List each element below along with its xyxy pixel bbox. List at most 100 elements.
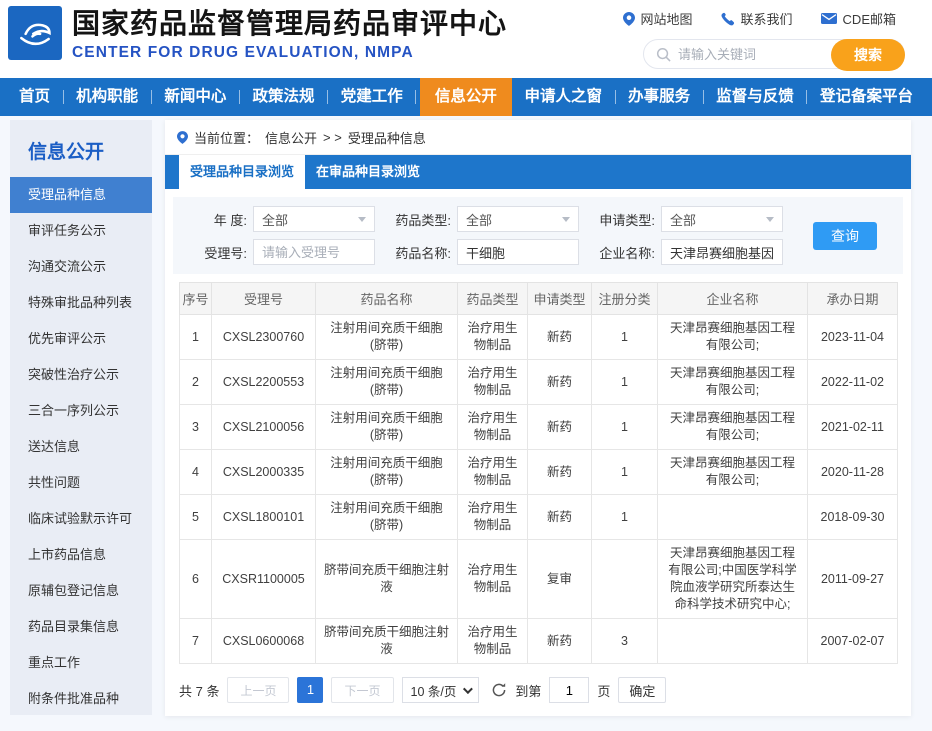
- mail-icon: [821, 12, 837, 25]
- sidebar-item-common-issues[interactable]: 共性问题: [10, 465, 152, 501]
- table-row: 7 CXSL0600068 脐带间充质干细胞注射液 治疗用生物制品 新药 3 2…: [180, 619, 898, 664]
- refresh-button[interactable]: [491, 682, 507, 698]
- contact-link[interactable]: 联系我们: [721, 9, 793, 28]
- sidebar-item-drug-catalog[interactable]: 药品目录集信息: [10, 609, 152, 645]
- col-header-company: 企业名称: [658, 283, 808, 315]
- sidebar-item-clinical-trial-approval[interactable]: 临床试验默示许可: [10, 501, 152, 537]
- breadcrumb-section[interactable]: 信息公开: [265, 128, 317, 147]
- tab-under-review-catalog[interactable]: 在审品种目录浏览: [305, 155, 431, 189]
- drug-name-input[interactable]: [457, 239, 579, 265]
- map-pin-icon: [623, 12, 635, 26]
- col-header-reg-class: 注册分类: [592, 283, 658, 315]
- cell-index: 7: [180, 619, 212, 664]
- tab-accepted-catalog[interactable]: 受理品种目录浏览: [179, 155, 305, 189]
- sidebar-item-communication[interactable]: 沟通交流公示: [10, 249, 152, 285]
- cell-reg-class: [592, 540, 658, 619]
- cde-logo[interactable]: [8, 6, 62, 60]
- cell-date: 2007-02-07: [808, 619, 898, 664]
- content-area: 信息公开 受理品种信息 审评任务公示 沟通交流公示 特殊审批品种列表 优先审评公…: [0, 116, 932, 731]
- drug-type-select[interactable]: 全部: [457, 206, 579, 232]
- apply-type-select[interactable]: 全部: [661, 206, 783, 232]
- search-button[interactable]: 搜索: [831, 39, 905, 71]
- main-card: 当前位置： 信息公开 > > 受理品种信息 受理品种目录浏览 在审品种目录浏览 …: [165, 120, 911, 716]
- cell-company: 天津昂赛细胞基因工程有限公司;中国医学科学院血液学研究所泰达生命科学技术研究中心…: [658, 540, 808, 619]
- nav-home[interactable]: 首页: [10, 78, 59, 116]
- nav-news[interactable]: 新闻中心: [155, 78, 235, 116]
- nav-applicant-window[interactable]: 申请人之窗: [515, 78, 611, 116]
- nav-divider: [151, 90, 152, 104]
- pagination: 共 7 条 上一页 1 下一页 10 条/页 到第 页 确定: [179, 677, 897, 703]
- cell-date: 2011-09-27: [808, 540, 898, 619]
- sitemap-label: 网站地图: [641, 9, 693, 28]
- nav-policies[interactable]: 政策法规: [244, 78, 324, 116]
- year-select[interactable]: 全部: [253, 206, 375, 232]
- filter-company: 企业名称:: [593, 239, 783, 265]
- cell-drug-type: 治疗用生物制品: [458, 619, 528, 664]
- cell-date: 2022-11-02: [808, 360, 898, 405]
- query-button[interactable]: 查询: [813, 222, 877, 250]
- filter-apply-type: 申请类型: 全部: [593, 206, 783, 232]
- sidebar-item-marketed-drugs[interactable]: 上市药品信息: [10, 537, 152, 573]
- sidebar-item-breakthrough-therapy[interactable]: 突破性治疗公示: [10, 357, 152, 393]
- col-header-apply-type: 申请类型: [528, 283, 592, 315]
- filter-row-2: 受理号: 药品名称: 企业名称:: [185, 239, 799, 265]
- cell-drug-type: 治疗用生物制品: [458, 495, 528, 540]
- table-header-row: 序号 受理号 药品名称 药品类型 申请类型 注册分类 企业名称 承办日期: [180, 283, 898, 315]
- company-label: 企业名称:: [593, 243, 655, 262]
- sidebar-item-special-approval[interactable]: 特殊审批品种列表: [10, 285, 152, 321]
- next-page-button[interactable]: 下一页: [331, 677, 393, 703]
- sidebar-item-conditional-approval[interactable]: 附条件批准品种: [10, 681, 152, 717]
- goto-page-input[interactable]: [549, 677, 589, 703]
- sidebar-title: 信息公开: [10, 120, 152, 177]
- sidebar-item-three-in-one[interactable]: 三合一序列公示: [10, 393, 152, 429]
- goto-label: 到第: [515, 681, 541, 700]
- cell-index: 4: [180, 450, 212, 495]
- nav-divider: [239, 90, 240, 104]
- filter-year: 年 度: 全部: [185, 206, 375, 232]
- cell-drug-name: 脐带间充质干细胞注射液: [316, 619, 458, 664]
- sidebar-item-accepted-varieties[interactable]: 受理品种信息: [10, 177, 152, 213]
- confirm-button[interactable]: 确定: [618, 677, 666, 703]
- cell-drug-name: 注射用间充质干细胞(脐带): [316, 405, 458, 450]
- mailbox-link[interactable]: CDE邮箱: [821, 9, 896, 28]
- nav-party[interactable]: 党建工作: [332, 78, 412, 116]
- cell-accept-no: CXSL2100056: [212, 405, 316, 450]
- page-number-1[interactable]: 1: [297, 677, 323, 703]
- main-nav: 首页 机构职能 新闻中心 政策法规 党建工作 信息公开 申请人之窗 办事服务 监…: [0, 78, 932, 116]
- breadcrumb-current[interactable]: 受理品种信息: [348, 128, 426, 147]
- cell-company: 天津昂赛细胞基因工程有限公司;: [658, 450, 808, 495]
- nav-divider: [615, 90, 616, 104]
- sidebar-item-review-tasks[interactable]: 审评任务公示: [10, 213, 152, 249]
- cell-reg-class: 1: [592, 450, 658, 495]
- nav-info-disclosure[interactable]: 信息公开: [420, 78, 512, 116]
- sidebar-item-delivery-info[interactable]: 送达信息: [10, 429, 152, 465]
- nav-registration-platform[interactable]: 登记备案平台: [811, 78, 922, 116]
- cell-index: 2: [180, 360, 212, 405]
- prev-page-button[interactable]: 上一页: [227, 677, 289, 703]
- page-unit-label: 页: [597, 681, 610, 700]
- cell-reg-class: 1: [592, 360, 658, 405]
- cell-drug-name: 脐带间充质干细胞注射液: [316, 540, 458, 619]
- phone-icon: [721, 12, 735, 26]
- filter-drug-type: 药品类型: 全部: [389, 206, 579, 232]
- drug-type-label: 药品类型:: [389, 210, 451, 229]
- breadcrumb: 当前位置： 信息公开 > > 受理品种信息: [165, 120, 911, 155]
- tab-bar: 受理品种目录浏览 在审品种目录浏览: [165, 155, 911, 189]
- page-size-select[interactable]: 10 条/页: [402, 677, 480, 703]
- nav-functions[interactable]: 机构职能: [67, 78, 147, 116]
- sidebar-item-priority-review[interactable]: 优先审评公示: [10, 321, 152, 357]
- nav-supervision[interactable]: 监督与反馈: [707, 78, 803, 116]
- cell-date: 2018-09-30: [808, 495, 898, 540]
- col-header-drug-type: 药品类型: [458, 283, 528, 315]
- chevron-down-icon: [358, 217, 366, 222]
- cell-accept-no: CXSL2300760: [212, 315, 316, 360]
- location-pin-icon: [177, 131, 188, 144]
- cell-index: 3: [180, 405, 212, 450]
- sidebar-item-excipient-registration[interactable]: 原辅包登记信息: [10, 573, 152, 609]
- accept-no-input[interactable]: [253, 239, 375, 265]
- filter-rows: 年 度: 全部 药品类型: 全部: [185, 206, 799, 265]
- sidebar-item-key-work[interactable]: 重点工作: [10, 645, 152, 681]
- company-input[interactable]: [661, 239, 783, 265]
- sitemap-link[interactable]: 网站地图: [623, 9, 693, 28]
- nav-services[interactable]: 办事服务: [619, 78, 699, 116]
